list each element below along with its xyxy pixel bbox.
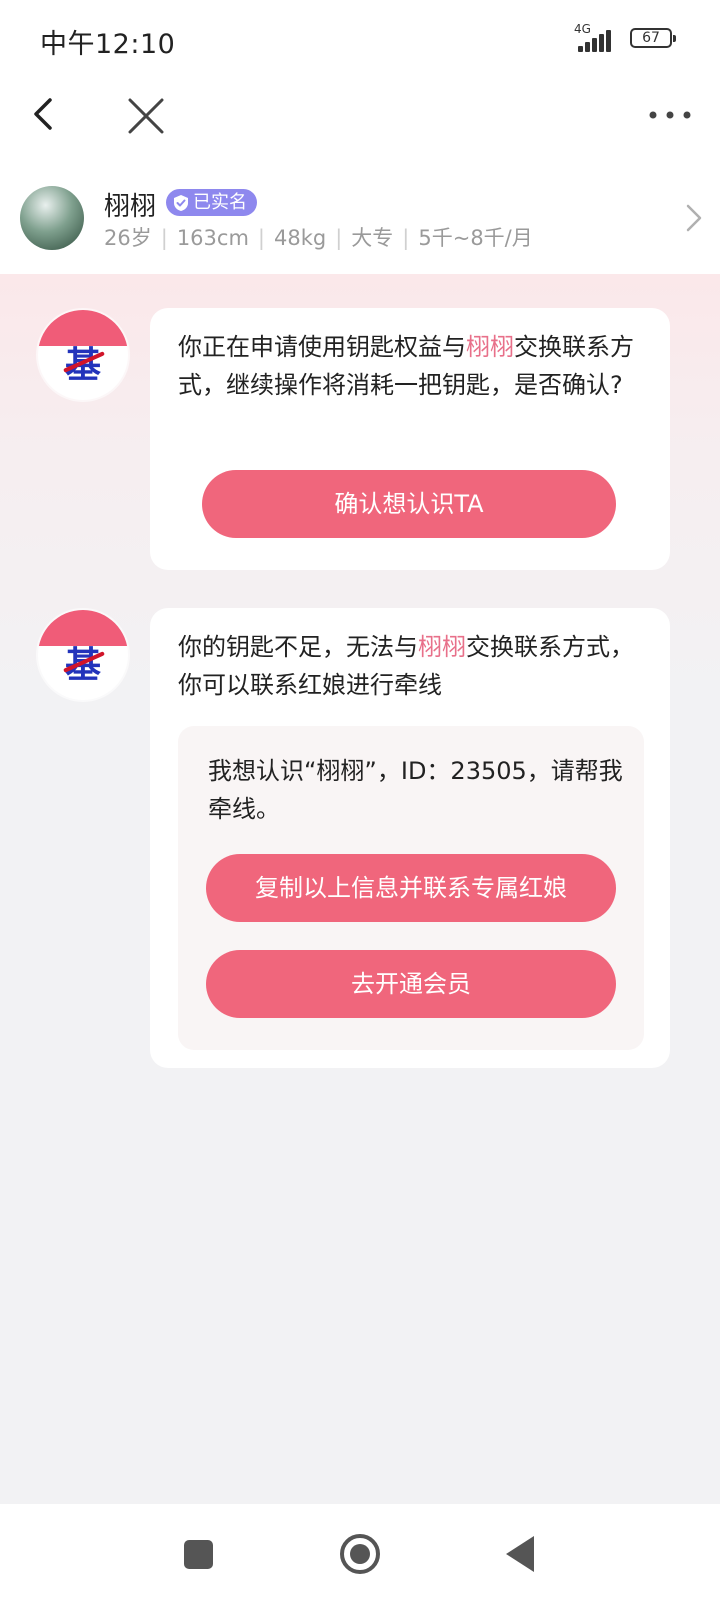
status-bar: 中午12:10 4G 67: [0, 0, 720, 80]
request-text: 我想认识“栩栩”，ID：23505，请帮我牵线。: [208, 757, 623, 823]
back-triangle-icon[interactable]: [506, 1536, 534, 1572]
profile-header[interactable]: 栩栩 已实名 26岁 | 163cm | 48kg | 大专 | 5千~8千/月: [0, 170, 720, 274]
profile-income: 5千~8千/月: [418, 226, 533, 250]
top-nav-bar: [0, 80, 720, 170]
profile-education: 大专: [351, 226, 394, 250]
matchmaker-logo: 基: [64, 344, 101, 386]
close-icon[interactable]: [124, 94, 168, 138]
shield-check-icon: [174, 194, 188, 211]
message-bubble-insufficient: 你的钥匙不足，无法与栩栩交换联系方式，你可以联系红娘进行牵线 我想认识“栩栩”，…: [150, 608, 670, 1068]
matchmaker-logo: 基: [64, 644, 101, 686]
signal-icon: 4G: [572, 22, 616, 52]
profile-name: 栩栩: [104, 192, 157, 222]
open-vip-button[interactable]: 去开通会员: [206, 950, 616, 1018]
copy-contact-matchmaker-button[interactable]: 复制以上信息并联系专属红娘: [206, 854, 616, 922]
matchmaker-request-card: 我想认识“栩栩”，ID：23505，请帮我牵线。 复制以上信息并联系专属红娘 去…: [178, 726, 644, 1050]
battery-icon: 67: [630, 28, 676, 48]
network-label: 4G: [574, 22, 591, 36]
profile-avatar[interactable]: [20, 186, 84, 250]
name-highlight: 栩栩: [466, 333, 514, 361]
system-nav-bar: [0, 1504, 720, 1600]
more-icon[interactable]: [648, 108, 692, 122]
back-icon[interactable]: [24, 94, 64, 134]
profile-meta: 26岁 | 163cm | 48kg | 大专 | 5千~8千/月: [104, 226, 533, 250]
battery-level: 67: [642, 30, 660, 46]
profile-age: 26岁: [104, 226, 152, 250]
matchmaker-avatar[interactable]: 基: [38, 610, 128, 700]
chat-area: 基 你正在申请使用钥匙权益与栩栩交换联系方式，继续操作将消耗一把钥匙，是否确认?…: [0, 274, 720, 1504]
status-time: 中午12:10: [40, 29, 176, 60]
name-highlight: 栩栩: [418, 633, 466, 661]
profile-height: 163cm: [176, 226, 249, 250]
home-circle-icon[interactable]: [340, 1534, 380, 1574]
message-text-insufficient: 你的钥匙不足，无法与栩栩交换联系方式，你可以联系红娘进行牵线: [178, 633, 634, 699]
recents-square-icon[interactable]: [184, 1540, 213, 1569]
message-bubble-confirm: 你正在申请使用钥匙权益与栩栩交换联系方式，继续操作将消耗一把钥匙，是否确认? 确…: [150, 308, 670, 570]
message-text-confirm: 你正在申请使用钥匙权益与栩栩交换联系方式，继续操作将消耗一把钥匙，是否确认?: [178, 333, 634, 399]
profile-weight: 48kg: [273, 226, 327, 250]
chevron-right-icon[interactable]: [684, 202, 704, 234]
verified-badge-label: 已实名: [193, 192, 247, 213]
matchmaker-avatar[interactable]: 基: [38, 310, 128, 400]
confirm-know-button[interactable]: 确认想认识TA: [202, 470, 616, 538]
verified-badge: 已实名: [166, 189, 257, 216]
